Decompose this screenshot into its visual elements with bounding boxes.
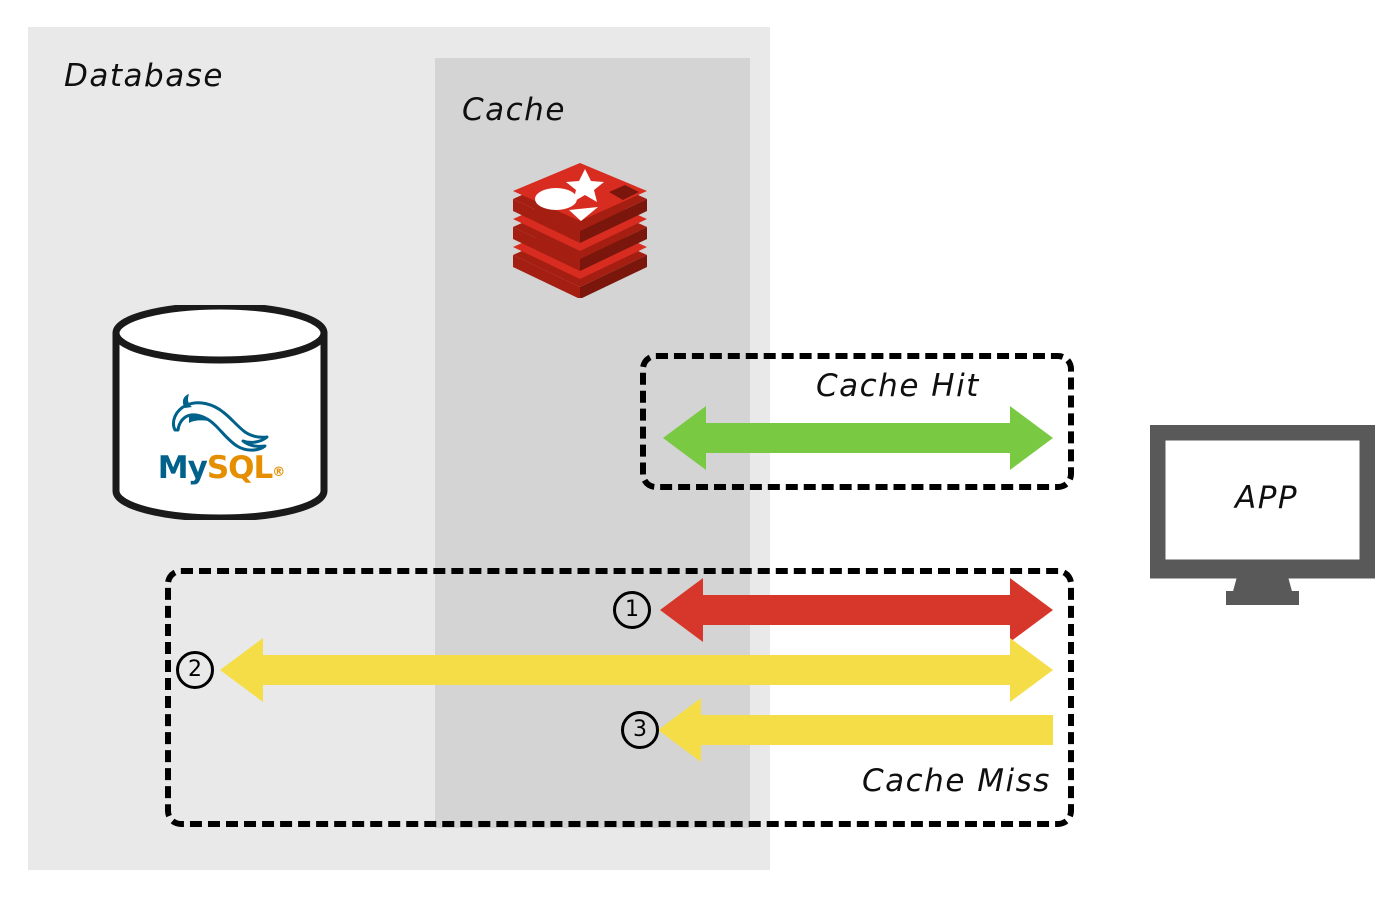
cache-miss-step-badge-3: 3	[621, 711, 659, 749]
redis-logo-icon	[505, 163, 655, 299]
mysql-wordmark-prefix: My	[157, 450, 208, 486]
mysql-registered-mark: ®	[272, 465, 285, 480]
zone-database-label: Database	[64, 58, 224, 94]
zone-cache-label: Cache	[462, 92, 566, 128]
cache-miss-step-badge-1: 1	[613, 591, 651, 629]
cache-miss-label: Cache Miss	[862, 763, 1051, 799]
app-label: APP	[1235, 480, 1299, 516]
diagram-canvas: Database Cache MySQL® APP Cache Hit Cach…	[0, 0, 1400, 904]
mysql-wordmark-suffix: SQL	[206, 450, 273, 486]
mysql-wordmark: MySQL®	[137, 450, 305, 486]
mysql-logo: MySQL®	[137, 392, 305, 492]
cache-miss-step-badge-2: 2	[176, 651, 214, 689]
app-monitor-icon	[1146, 421, 1379, 610]
cache-hit-label: Cache Hit	[816, 368, 980, 404]
